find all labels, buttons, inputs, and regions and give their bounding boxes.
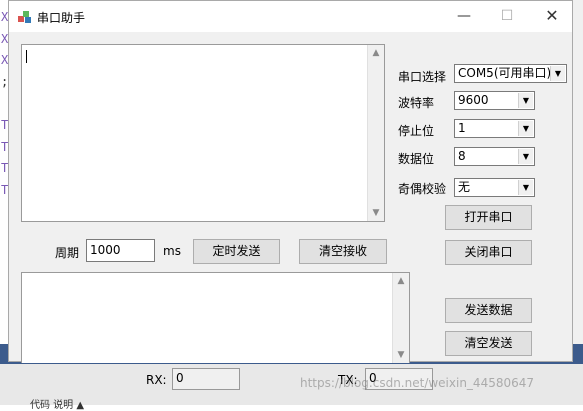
receive-scrollbar[interactable]: ▲ ▼: [367, 45, 384, 221]
timed-send-button[interactable]: 定时发送: [193, 239, 280, 264]
port-select[interactable]: COM5(可用串口) ▼: [454, 64, 567, 83]
open-port-button[interactable]: 打开串口: [445, 205, 532, 230]
data-bits-value: 8: [458, 149, 466, 163]
chevron-down-icon[interactable]: ▼: [518, 121, 533, 136]
data-bits-select[interactable]: 8 ▼: [454, 147, 535, 166]
parity-select[interactable]: 无 ▼: [454, 178, 535, 197]
stop-bits-value: 1: [458, 121, 466, 135]
clear-send-button[interactable]: 清空发送: [445, 331, 532, 356]
rx-label: RX:: [146, 373, 167, 387]
chevron-down-icon[interactable]: ▼: [518, 149, 533, 164]
stop-bits-select[interactable]: 1 ▼: [454, 119, 535, 138]
stop-bits-label: 停止位: [398, 124, 435, 138]
scroll-down-icon[interactable]: ▼: [368, 205, 384, 221]
maximize-icon[interactable]: ☐: [492, 5, 522, 27]
baud-label: 波特率: [398, 96, 435, 110]
scroll-up-icon[interactable]: ▲: [393, 273, 409, 289]
port-label: 串口选择: [398, 70, 447, 84]
parity-value: 无: [458, 180, 471, 194]
serial-assistant-window: 串口助手 — ☐ ✕ ▲ ▼ 串口选择 COM5(可用串口) ▼ 波特率 960…: [8, 0, 573, 363]
minimize-icon[interactable]: —: [449, 5, 479, 27]
send-data-button[interactable]: 发送数据: [445, 298, 532, 323]
period-label: 周期: [55, 246, 80, 260]
baud-value: 9600: [458, 93, 489, 107]
close-port-button[interactable]: 关闭串口: [445, 240, 532, 265]
period-unit: ms: [163, 244, 181, 258]
port-value: COM5(可用串口): [458, 66, 552, 80]
clear-receive-button[interactable]: 清空接收: [299, 239, 387, 264]
chevron-down-icon[interactable]: ▼: [550, 66, 565, 81]
period-input[interactable]: 1000: [86, 239, 155, 262]
send-scrollbar[interactable]: ▲ ▼: [392, 273, 409, 363]
baud-select[interactable]: 9600 ▼: [454, 91, 535, 110]
rx-counter: 0: [172, 368, 240, 390]
watermark-text: https://blog.csdn.net/weixin_44580647: [300, 376, 535, 390]
window-title: 串口助手: [37, 11, 86, 25]
title-bar[interactable]: 串口助手 — ☐ ✕: [9, 1, 572, 32]
text-caret: [26, 50, 27, 63]
scroll-down-icon[interactable]: ▼: [393, 347, 409, 363]
scroll-up-icon[interactable]: ▲: [368, 45, 384, 61]
close-icon[interactable]: ✕: [537, 5, 567, 27]
app-icon: [17, 9, 33, 25]
chevron-down-icon[interactable]: ▼: [518, 93, 533, 108]
send-textarea[interactable]: ▲ ▼: [21, 272, 410, 363]
parity-label: 奇偶校验: [398, 182, 447, 196]
receive-textarea[interactable]: ▲ ▼: [21, 44, 385, 222]
chevron-down-icon[interactable]: ▼: [518, 180, 533, 195]
data-bits-label: 数据位: [398, 152, 435, 166]
